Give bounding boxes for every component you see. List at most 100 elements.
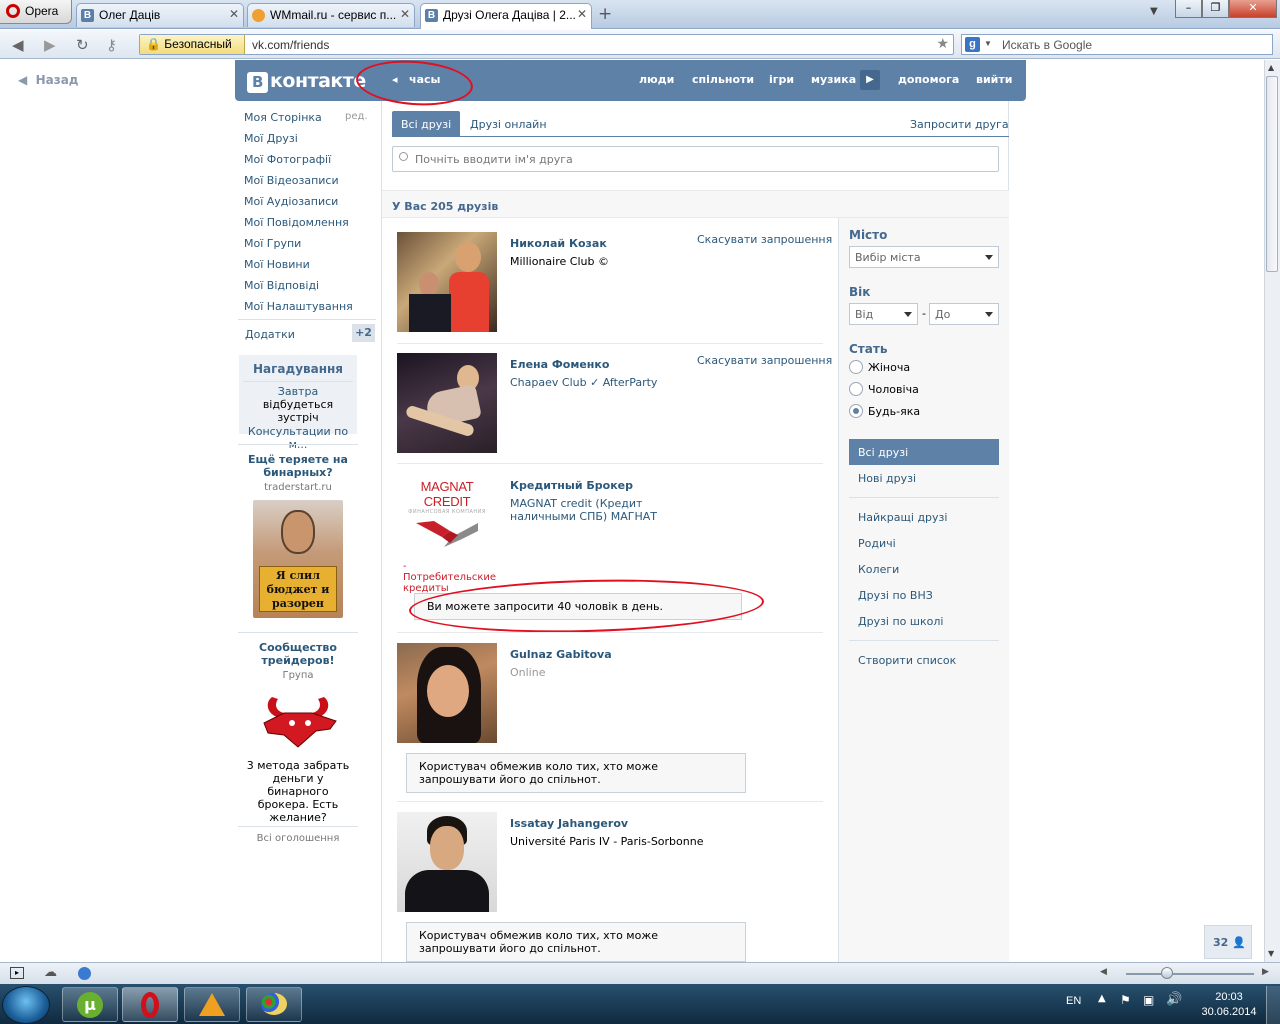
cancel-invite-link[interactable]: Скасувати запрошення (697, 354, 832, 367)
list-relatives[interactable]: Родичi (858, 537, 896, 550)
avatar[interactable] (397, 353, 497, 453)
age-from-select[interactable]: Вiд (849, 303, 918, 325)
menu-my-videos[interactable]: Мої Вiдеозаписи (244, 174, 339, 187)
gender-male-label[interactable]: Чоловiча (868, 383, 919, 396)
vk-logo[interactable]: Вконтакте (247, 70, 366, 93)
zoom-slider[interactable] (1126, 973, 1254, 975)
back-arrow-icon[interactable]: ◀ (12, 36, 24, 54)
age-to-select[interactable]: До (929, 303, 999, 325)
restore-icon[interactable]: ❐ (1202, 0, 1229, 18)
avatar[interactable]: MAGNAT CREDIT ФИНАНСОВАЯ КОМПАНИЯ - Потр… (397, 473, 497, 594)
menu-apps[interactable]: Додатки (245, 328, 295, 341)
tab-friends-online[interactable]: Друзi онлайн (461, 111, 556, 136)
menu-my-photos[interactable]: Мої Фотографiї (244, 153, 331, 166)
avatar[interactable] (397, 812, 497, 912)
friend-subtitle[interactable]: MAGNAT credit (Кредит наличными СПБ) МАГ… (510, 497, 700, 523)
gender-any-label[interactable]: Будь-яка (868, 405, 920, 418)
avatar[interactable] (397, 232, 497, 332)
reload-icon[interactable]: ↻ (76, 36, 89, 54)
gender-male-radio[interactable] (849, 382, 863, 396)
list-new-friends[interactable]: Новi друзi (858, 472, 916, 485)
zoom-out-icon[interactable]: ◀ (1100, 967, 1107, 977)
chevron-down-icon[interactable]: ▼ (984, 39, 992, 48)
address-bar[interactable]: 🔒 Безопасный vk.com/friends ★ (139, 34, 954, 55)
panel-toggle-icon[interactable]: ▸ (10, 967, 24, 979)
tray-expand-icon[interactable]: ▲ (1098, 993, 1106, 1004)
apps-count-badge[interactable]: +2 (352, 324, 375, 342)
menu-my-messages[interactable]: Мої Повiдомлення (244, 216, 349, 229)
friend-subtitle[interactable]: Chapaev Club ✓ AfterParty (510, 376, 657, 389)
menu-my-answers[interactable]: Мої Вiдповiдi (244, 279, 319, 292)
bookmark-star-icon[interactable]: ★ (936, 36, 949, 52)
aimp-taskbar-icon[interactable] (184, 987, 240, 1022)
search-field[interactable]: g ▼ Искать в Google (961, 34, 1273, 55)
friend-name[interactable]: Gulnaz Gabitova (510, 648, 612, 661)
menu-my-settings[interactable]: Мої Налаштування (244, 300, 353, 313)
speed-dial-icon[interactable] (78, 967, 91, 980)
city-select[interactable]: Вибiр мiста (849, 246, 999, 268)
close-tab-icon[interactable]: ✕ (400, 7, 410, 21)
ad-title[interactable]: Ещё теряете на бинарных? (238, 453, 358, 479)
invite-friend-link[interactable]: Запросити друга (910, 118, 1009, 131)
play-icon[interactable]: ▶ (860, 70, 880, 90)
nav-music[interactable]: музика (811, 73, 856, 86)
bull-logo-icon[interactable] (254, 689, 342, 751)
network-icon[interactable]: ▣ (1143, 993, 1154, 1007)
minimize-icon[interactable]: – (1175, 0, 1202, 18)
cloud-icon[interactable]: ☁ (44, 965, 57, 980)
list-colleagues[interactable]: Колеги (858, 563, 899, 576)
list-all-friends[interactable]: Всi друзi (858, 446, 908, 459)
edit-link[interactable]: ред. (345, 111, 368, 122)
zoom-slider-thumb[interactable] (1161, 967, 1173, 979)
close-window-icon[interactable]: ✕ (1229, 0, 1277, 18)
reminder-link[interactable]: Завтра (278, 385, 318, 398)
scroll-up-icon[interactable]: ▲ (1268, 63, 1274, 72)
menu-my-news[interactable]: Мої Новини (244, 258, 310, 271)
nav-logout[interactable]: вийти (976, 73, 1012, 86)
friend-search-input[interactable]: Почнiть вводити iм'я друга (392, 146, 999, 172)
gender-any-radio[interactable] (849, 404, 863, 418)
opera-menu-button[interactable]: Opera (0, 0, 72, 24)
volume-icon[interactable]: 🔊 (1166, 992, 1182, 1007)
key-icon[interactable]: ⚷ (106, 36, 117, 54)
paint-taskbar-icon[interactable] (246, 987, 302, 1022)
nav-people[interactable]: люди (639, 73, 674, 86)
friend-name[interactable]: Николай Козак (510, 237, 607, 250)
tab-oleg[interactable]: В Олег Дацiв ✕ (76, 3, 244, 27)
list-best-friends[interactable]: Найкращi друзi (858, 511, 947, 524)
nav-games[interactable]: iгри (769, 73, 794, 86)
tab-all-friends[interactable]: Всi друзi (392, 111, 461, 136)
menu-my-page[interactable]: Моя Сторiнка (244, 111, 322, 124)
cancel-invite-link[interactable]: Скасувати запрошення (697, 233, 832, 246)
back-link[interactable]: ◀ Назад (18, 73, 79, 87)
menu-my-audio[interactable]: Мої Аудiозаписи (244, 195, 338, 208)
create-list-link[interactable]: Створити список (858, 654, 956, 667)
close-tab-icon[interactable]: ✕ (229, 7, 239, 21)
ad-man-image[interactable]: Я слил бюджет и разорен (253, 500, 343, 618)
friend-name[interactable]: Кредитный Брокер (510, 479, 633, 492)
gender-female-radio[interactable] (849, 360, 863, 374)
tab-friends[interactable]: В Друзi Олега Дацiва | 2... ✕ (420, 3, 592, 29)
list-university-friends[interactable]: Друзi по ВНЗ (858, 589, 933, 602)
scroll-down-icon[interactable]: ▼ (1268, 949, 1274, 958)
ad-binary[interactable]: Ещё теряете на бинарных? traderstart.ru … (238, 453, 358, 618)
gender-female-label[interactable]: Жiноча (868, 361, 910, 374)
avatar[interactable] (397, 643, 497, 743)
nav-help[interactable]: допомога (898, 73, 959, 86)
nav-communities[interactable]: спiльноти (692, 73, 754, 86)
ad-traders[interactable]: Сообщество трейдеров! Група 3 метода заб… (238, 641, 358, 824)
action-center-icon[interactable]: ⚑ (1120, 993, 1131, 1007)
tab-wmmail[interactable]: WMmail.ru - сервис п... ✕ (247, 3, 415, 27)
friend-name[interactable]: Елена Фоменко (510, 358, 609, 371)
friend-name[interactable]: Issatay Jahangerov (510, 817, 628, 830)
show-desktop-button[interactable] (1266, 986, 1280, 1024)
list-school-friends[interactable]: Друзi по школi (858, 615, 943, 628)
windows-start-icon[interactable] (2, 986, 50, 1024)
new-tab-icon[interactable]: + (598, 4, 612, 24)
utorrent-taskbar-icon[interactable]: µ (62, 987, 118, 1022)
forward-arrow-icon[interactable]: ▶ (44, 36, 56, 54)
scrollbar-thumb[interactable] (1266, 76, 1278, 272)
opera-taskbar-icon[interactable] (122, 987, 178, 1022)
language-indicator[interactable]: EN (1066, 995, 1081, 1007)
close-tab-icon[interactable]: ✕ (577, 7, 587, 21)
